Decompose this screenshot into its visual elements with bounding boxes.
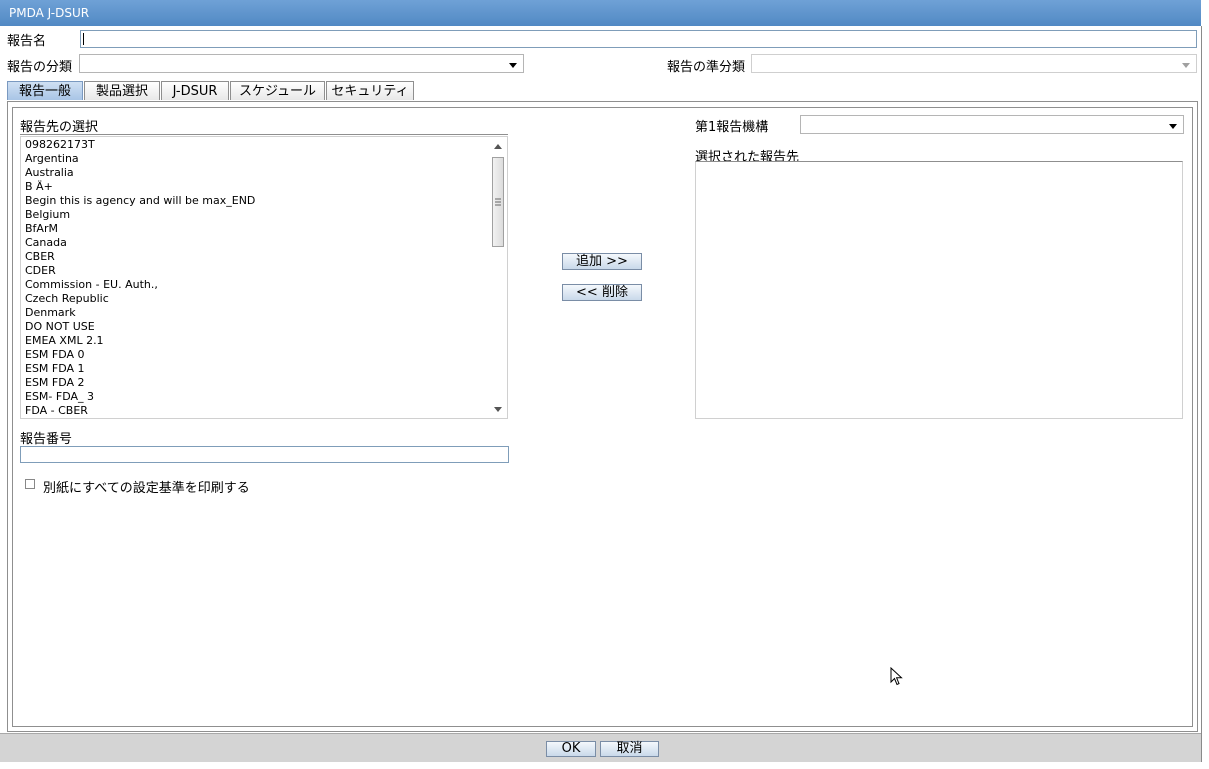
report-name-input[interactable] — [80, 30, 1197, 48]
scroll-down-arrow-icon[interactable] — [494, 407, 502, 412]
list-item[interactable]: DO NOT USE — [25, 320, 95, 334]
chevron-down-icon — [1182, 63, 1190, 68]
tab-general[interactable]: 報告一般 — [7, 81, 83, 100]
print-criteria-checkbox[interactable] — [25, 479, 35, 489]
primary-agency-label: 第1報告機構 — [695, 120, 769, 135]
list-item[interactable]: Denmark — [25, 306, 76, 320]
text-caret — [83, 33, 84, 45]
tab-product-selection[interactable]: 製品選択 — [84, 81, 160, 100]
list-item[interactable]: Belgium — [25, 208, 70, 222]
list-item[interactable]: FDA - CBER — [25, 404, 88, 418]
add-destination-button[interactable]: 追加 >> — [562, 253, 642, 270]
report-number-input[interactable] — [20, 446, 509, 463]
report-name-label: 報告名 — [7, 34, 47, 49]
window-title: PMDA J-DSUR — [9, 6, 90, 20]
list-item[interactable]: ESM FDA 0 — [25, 348, 85, 362]
list-item[interactable]: Czech Republic — [25, 292, 109, 306]
tab-schedule[interactable]: スケジュール — [230, 81, 325, 100]
list-item[interactable]: 098262173T — [25, 138, 95, 152]
dialog-footer: OK 取消 — [0, 733, 1201, 762]
report-subcategory-select[interactable] — [751, 54, 1197, 73]
list-item[interactable]: ESM- FDA_ 3 — [25, 390, 94, 404]
report-subcategory-label: 報告の準分類 — [667, 60, 746, 75]
print-criteria-label: 別紙にすべての設定基準を印刷する — [43, 481, 250, 496]
tab-jdsur[interactable]: J-DSUR — [161, 81, 229, 100]
list-item[interactable]: CBER — [25, 250, 55, 264]
scrollbar-thumb[interactable] — [492, 157, 504, 247]
chevron-down-icon — [1169, 124, 1177, 129]
report-number-label: 報告番号 — [20, 432, 73, 447]
destination-selection-title: 報告先の選択 — [20, 120, 99, 135]
primary-agency-select[interactable] — [800, 115, 1184, 134]
list-item[interactable]: EMEA XML 2.1 — [25, 334, 104, 348]
list-item[interactable]: Commission - EU. Auth., — [25, 278, 158, 292]
list-item[interactable]: B Ä+ — [25, 180, 53, 194]
list-item[interactable]: ESM FDA 2 — [25, 376, 85, 390]
list-item[interactable]: ESM FDA 1 — [25, 362, 85, 376]
list-item[interactable]: Begin this is agency and will be max_END — [25, 194, 255, 208]
selected-destinations-list[interactable] — [695, 161, 1183, 419]
destination-listbox[interactable]: 098262173T Argentina Australia B Ä+ Begi… — [20, 136, 508, 419]
scroll-up-arrow-icon[interactable] — [494, 144, 502, 149]
list-item[interactable]: Canada — [25, 236, 67, 250]
list-item[interactable]: BfArM — [25, 222, 58, 236]
report-category-select[interactable] — [79, 54, 524, 73]
grip-icon — [495, 198, 501, 206]
ok-button[interactable]: OK — [546, 741, 596, 757]
mouse-pointer-icon — [890, 667, 903, 686]
list-item[interactable]: Argentina — [25, 152, 79, 166]
tab-security[interactable]: セキュリティ — [326, 81, 414, 100]
listbox-scrollbar[interactable] — [491, 139, 505, 417]
remove-destination-button[interactable]: << 削除 — [562, 284, 642, 301]
cancel-button[interactable]: 取消 — [600, 741, 659, 757]
destination-title-divider — [20, 134, 508, 135]
list-item[interactable]: Australia — [25, 166, 74, 180]
window-titlebar: PMDA J-DSUR — [0, 0, 1201, 26]
list-item[interactable]: CDER — [25, 264, 56, 278]
report-category-label: 報告の分類 — [7, 60, 73, 75]
chevron-down-icon — [509, 63, 517, 68]
